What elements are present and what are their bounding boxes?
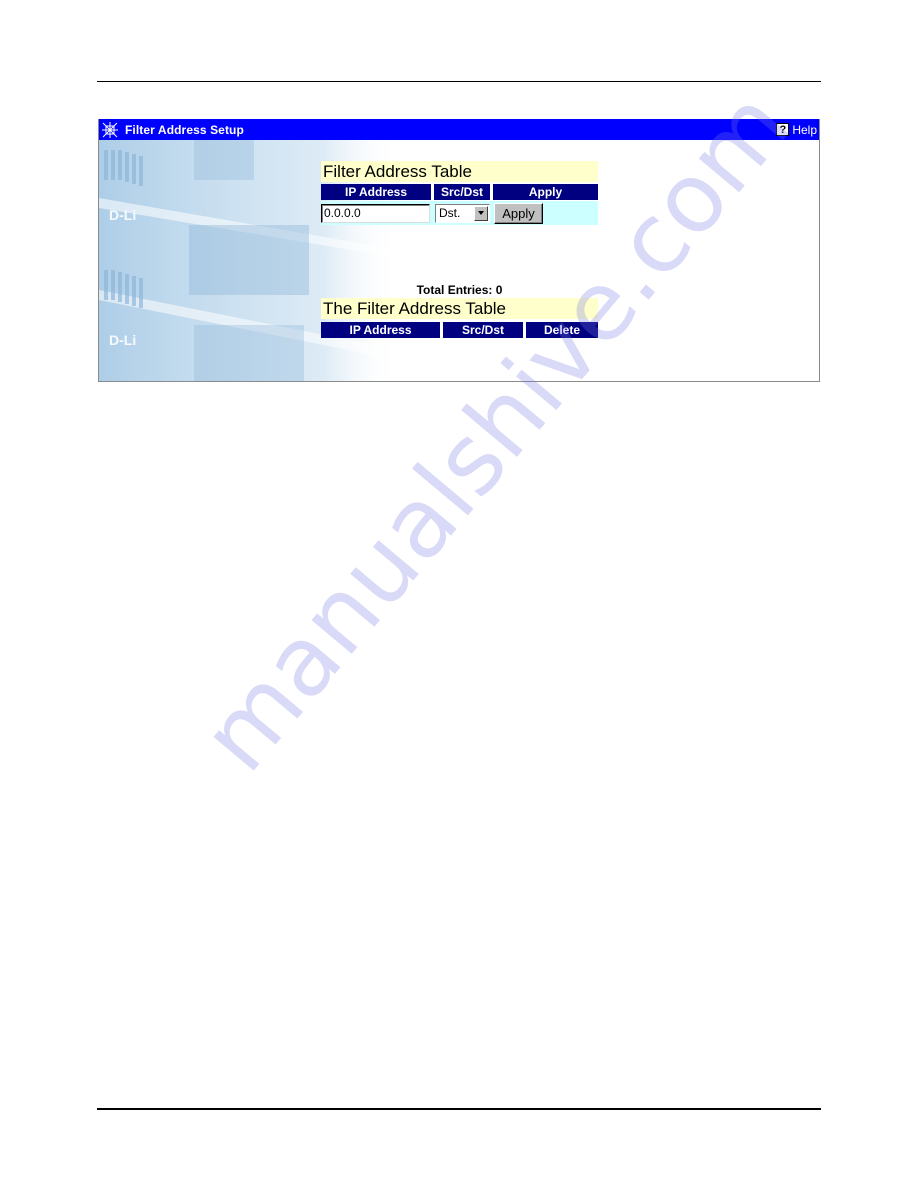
filter-address-list-table: The Filter Address Table IP Address Src/… [321, 298, 598, 338]
svg-text:D-Li: D-Li [109, 207, 136, 223]
src-dst-select[interactable]: Dst. [435, 203, 490, 223]
header-ip-address: IP Address [321, 322, 440, 338]
header-delete: Delete [526, 322, 598, 338]
list-table-header: IP Address Src/Dst Delete [321, 322, 598, 338]
entry-table-title: Filter Address Table [321, 161, 598, 182]
help-link[interactable]: ? Help [776, 123, 817, 137]
help-label: Help [792, 122, 817, 137]
entry-table-header: IP Address Src/Dst Apply [321, 184, 598, 200]
header-src-dst: Src/Dst [434, 184, 490, 200]
network-web-icon [102, 121, 118, 138]
page-header-rule [97, 81, 821, 82]
header-ip-address: IP Address [321, 184, 431, 200]
help-icon: ? [776, 123, 790, 136]
header-src-dst: Src/Dst [443, 322, 523, 338]
ip-address-input[interactable] [321, 203, 430, 223]
filter-address-entry-table: Filter Address Table IP Address Src/Dst … [321, 161, 598, 225]
src-dst-selected-value: Dst. [439, 205, 461, 220]
svg-text:D-Li: D-Li [109, 332, 136, 348]
panel-content: D-Li D-Li Filter Address Table IP Addres… [99, 140, 819, 381]
list-table-title: The Filter Address Table [321, 298, 598, 319]
entry-input-row: Dst. Apply [321, 201, 598, 225]
page-footer-rule [97, 1108, 821, 1110]
apply-button[interactable]: Apply [494, 202, 543, 224]
total-entries: Total Entries: 0 [416, 283, 503, 297]
filter-address-setup-panel: Filter Address Setup ? Help D-Li D-Li Fi… [98, 119, 820, 382]
chevron-down-icon[interactable] [474, 205, 488, 221]
header-apply: Apply [493, 184, 598, 200]
title-bar: Filter Address Setup ? Help [99, 119, 819, 140]
window-title: Filter Address Setup [125, 122, 244, 137]
